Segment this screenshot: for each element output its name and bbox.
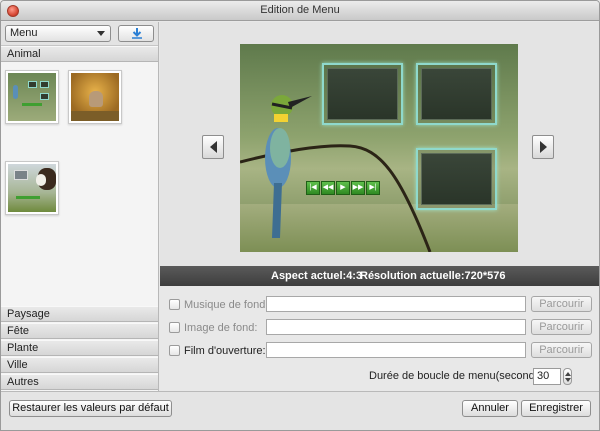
- background-music-field[interactable]: [266, 296, 526, 312]
- info-bar: Aspect actuel:4:3 Résolution actuelle:72…: [160, 266, 599, 286]
- menu-chapter-frame[interactable]: [416, 148, 497, 210]
- window-title: Edition de Menu: [260, 4, 340, 16]
- menu-chapter-frame-inner: [327, 68, 398, 120]
- footer-bar: Restaurer les valeurs par défaut Annuler…: [1, 391, 599, 430]
- browse-music-button[interactable]: Parcourir: [531, 296, 592, 312]
- background-image-label: Image de fond:: [184, 322, 258, 334]
- rewind-icon[interactable]: ◀◀: [321, 181, 335, 195]
- opening-film-checkbox[interactable]: [169, 345, 180, 356]
- background-music-label: Musique de fond:: [184, 299, 269, 311]
- chevron-right-icon: [540, 141, 547, 153]
- download-button[interactable]: [118, 25, 154, 42]
- bird-image: [265, 95, 312, 238]
- player-controls: |◀ ◀◀ ▶ ▶▶ ▶|: [306, 181, 380, 195]
- restore-defaults-button[interactable]: Restaurer les valeurs par défaut: [9, 400, 172, 417]
- background-music-checkbox[interactable]: [169, 299, 180, 310]
- browse-image-button[interactable]: Parcourir: [531, 319, 592, 335]
- menu-chapter-frame[interactable]: [322, 63, 403, 125]
- menu-settings: Musique de fond: Parcourir Image de fond…: [160, 286, 599, 391]
- background-image-row: Image de fond: Parcourir: [160, 319, 599, 337]
- template-thumbnail[interactable]: [5, 161, 59, 215]
- loop-duration-input[interactable]: 30: [533, 368, 561, 385]
- stepper-up-icon[interactable]: [565, 372, 571, 376]
- browse-film-button[interactable]: Parcourir: [531, 342, 592, 358]
- loop-duration-stepper[interactable]: [563, 368, 572, 385]
- template-thumbnail[interactable]: [68, 70, 122, 124]
- menu-chapter-frame-inner: [421, 68, 492, 120]
- resolution-text: Résolution actuelle:720*576: [360, 270, 506, 282]
- category-plante[interactable]: Plante: [1, 340, 158, 356]
- preview-area: |◀ ◀◀ ▶ ▶▶ ▶|: [160, 22, 599, 266]
- chevron-down-icon: [97, 31, 105, 36]
- category-animal[interactable]: Animal: [1, 46, 158, 62]
- aspect-ratio-text: Aspect actuel:4:3: [271, 270, 363, 282]
- play-icon[interactable]: ▶: [336, 181, 350, 195]
- fast-forward-icon[interactable]: ▶▶: [351, 181, 365, 195]
- loop-duration-label: Durée de boucle de menu(secondes):: [369, 370, 554, 382]
- template-sidebar: Menu Animal Paysage Fête Plante Ville Au…: [1, 22, 159, 391]
- opening-film-row: Film d'ouverture: Parcourir: [160, 342, 599, 360]
- opening-film-field[interactable]: [266, 342, 526, 358]
- skip-first-icon[interactable]: |◀: [306, 181, 320, 195]
- save-button[interactable]: Enregistrer: [521, 400, 591, 417]
- menu-chapter-frame-inner: [421, 153, 492, 205]
- template-type-value: Menu: [10, 27, 38, 39]
- category-fete[interactable]: Fête: [1, 323, 158, 339]
- stepper-down-icon[interactable]: [565, 378, 571, 382]
- category-paysage[interactable]: Paysage: [1, 306, 158, 322]
- template-type-select[interactable]: Menu: [5, 25, 111, 42]
- background-image-field[interactable]: [266, 319, 526, 335]
- background-image-checkbox[interactable]: [169, 322, 180, 333]
- category-ville[interactable]: Ville: [1, 357, 158, 373]
- template-thumbnail-image: [8, 164, 56, 212]
- skip-last-icon[interactable]: ▶|: [366, 181, 380, 195]
- previous-template-button[interactable]: [202, 135, 224, 159]
- next-template-button[interactable]: [532, 135, 554, 159]
- category-autres[interactable]: Autres: [1, 374, 158, 390]
- title-bar: Edition de Menu: [1, 1, 599, 21]
- sidebar-toolbar: Menu: [1, 22, 158, 46]
- opening-film-label: Film d'ouverture:: [184, 345, 266, 357]
- download-icon: [132, 28, 142, 39]
- chevron-left-icon: [210, 141, 217, 153]
- background-music-row: Musique de fond: Parcourir: [160, 296, 599, 314]
- menu-preview: |◀ ◀◀ ▶ ▶▶ ▶|: [240, 44, 518, 252]
- template-thumbnail-image: [8, 73, 56, 121]
- cancel-button[interactable]: Annuler: [462, 400, 518, 417]
- menu-chapter-frame[interactable]: [416, 63, 497, 125]
- menu-editor-window: Edition de Menu Menu Animal Paysage Fête…: [0, 0, 600, 431]
- template-thumbnail-image: [71, 73, 119, 121]
- template-thumbnail[interactable]: [5, 70, 59, 124]
